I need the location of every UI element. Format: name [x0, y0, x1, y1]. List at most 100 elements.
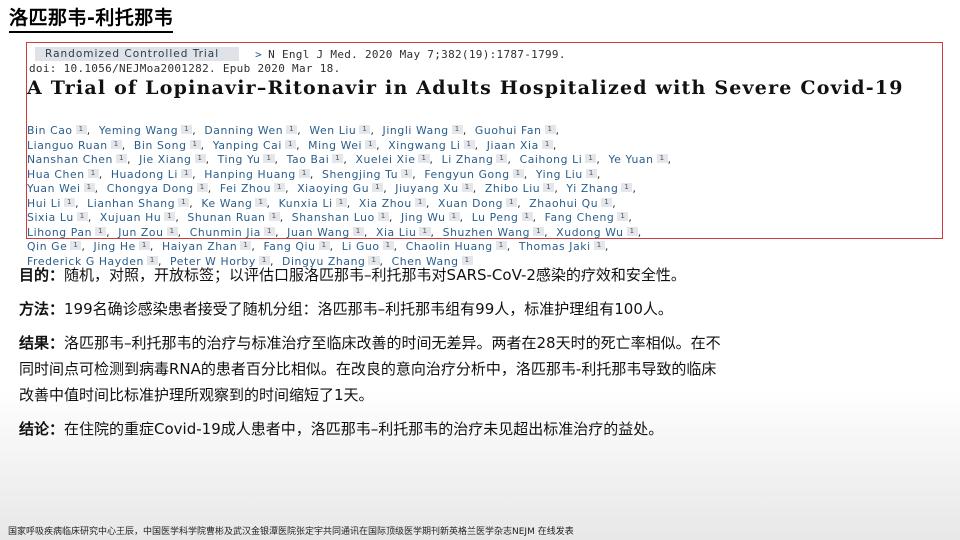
author-link[interactable]: Yi Zhang 1 — [566, 182, 633, 195]
affiliation-marker[interactable]: 1 — [189, 139, 201, 149]
author-link[interactable]: Hanping Huang 1 — [204, 168, 310, 181]
affiliation-marker[interactable]: 1 — [418, 154, 430, 163]
author-link[interactable]: Lihong Pan 1 — [27, 226, 107, 239]
author-link[interactable]: Nanshan Chen 1 — [27, 153, 128, 166]
author-link[interactable]: Fang Cheng 1 — [545, 211, 629, 224]
author-link[interactable]: Li Guo 1 — [342, 240, 394, 253]
affiliation-marker[interactable]: 1 — [448, 212, 460, 221]
author-link[interactable]: Li Zhang 1 — [442, 153, 508, 166]
author-link[interactable]: Shuzhen Wang 1 — [443, 226, 545, 239]
affiliation-marker[interactable]: 1 — [264, 226, 276, 236]
affiliation-marker[interactable]: 1 — [533, 226, 545, 236]
affiliation-marker[interactable]: 1 — [377, 212, 389, 221]
affiliation-marker[interactable]: 1 — [166, 226, 178, 236]
affiliation-marker[interactable]: 1 — [110, 139, 122, 149]
affiliation-marker[interactable]: 1 — [495, 241, 507, 250]
author-link[interactable]: Yuan Wei 1 — [27, 182, 95, 195]
author-link[interactable]: Zhibo Liu 1 — [485, 182, 555, 195]
author-link[interactable]: Jiuyang Xu 1 — [395, 182, 473, 195]
affiliation-marker[interactable]: 1 — [382, 241, 394, 250]
affiliation-marker[interactable]: 1 — [496, 154, 508, 163]
author-link[interactable]: Hui Li 1 — [27, 197, 76, 210]
author-link[interactable]: Yeming Wang 1 — [99, 124, 193, 137]
affiliation-marker[interactable]: 1 — [463, 139, 475, 149]
author-link[interactable]: Xia Zhou 1 — [359, 197, 426, 210]
affiliation-marker[interactable]: 1 — [70, 241, 82, 250]
affiliation-marker[interactable]: 1 — [274, 183, 286, 192]
affiliation-marker[interactable]: 1 — [181, 168, 193, 178]
author-link[interactable]: Sixia Lu 1 — [27, 211, 88, 224]
affiliation-marker[interactable]: 1 — [621, 183, 633, 192]
affiliation-marker[interactable]: 1 — [419, 226, 431, 236]
affiliation-marker[interactable]: 1 — [268, 212, 280, 221]
affiliation-marker[interactable]: 1 — [194, 154, 206, 163]
affiliation-marker[interactable]: 1 — [76, 212, 88, 221]
author-link[interactable]: Shanshan Luo 1 — [292, 211, 389, 224]
author-link[interactable]: Ying Liu 1 — [536, 168, 597, 181]
author-link[interactable]: Chongya Dong 1 — [107, 182, 208, 195]
author-link[interactable]: Juan Wang 1 — [287, 226, 364, 239]
author-link[interactable]: Jingli Wang 1 — [383, 124, 463, 137]
affiliation-marker[interactable]: 1 — [593, 241, 605, 250]
affiliation-marker[interactable]: 1 — [181, 125, 193, 134]
author-link[interactable]: Ke Wang 1 — [201, 197, 267, 210]
author-link[interactable]: Jiaan Xia 1 — [487, 139, 553, 152]
affiliation-marker[interactable]: 1 — [318, 241, 330, 250]
affiliation-marker[interactable]: 1 — [461, 183, 473, 192]
affiliation-marker[interactable]: 1 — [541, 139, 553, 149]
affiliation-marker[interactable]: 1 — [544, 125, 556, 134]
affiliation-marker[interactable]: 1 — [372, 183, 384, 192]
affiliation-marker[interactable]: 1 — [263, 154, 275, 163]
affiliation-marker[interactable]: 1 — [64, 197, 76, 207]
author-link[interactable]: Chunmin Jia 1 — [190, 226, 276, 239]
author-link[interactable]: Haiyan Zhan 1 — [162, 240, 252, 253]
affiliation-marker[interactable]: 1 — [298, 168, 310, 178]
affiliation-marker[interactable]: 1 — [626, 226, 638, 236]
affiliation-marker[interactable]: 1 — [115, 154, 128, 163]
author-link[interactable]: Jie Xiang 1 — [139, 153, 206, 166]
affiliation-marker[interactable]: 1 — [543, 183, 555, 192]
author-link[interactable]: Yanping Cai 1 — [213, 139, 297, 152]
affiliation-marker[interactable]: 1 — [286, 125, 298, 134]
affiliation-marker[interactable]: 1 — [352, 226, 364, 236]
author-link[interactable]: Fengyun Gong 1 — [424, 168, 524, 181]
author-link[interactable]: Jing He 1 — [94, 240, 150, 253]
author-link[interactable]: Lianhan Shang 1 — [87, 197, 190, 210]
affiliation-marker[interactable]: 1 — [95, 226, 107, 236]
author-link[interactable]: Ting Yu 1 — [218, 153, 275, 166]
author-link[interactable]: Ming Wei 1 — [308, 139, 377, 152]
author-link[interactable]: Tao Bai 1 — [287, 153, 344, 166]
author-link[interactable]: Huadong Li 1 — [111, 168, 193, 181]
author-link[interactable]: Bin Song 1 — [134, 139, 201, 152]
author-link[interactable]: Lianguo Ruan 1 — [27, 139, 122, 152]
author-link[interactable]: Thomas Jaki 1 — [519, 240, 605, 253]
affiliation-marker[interactable]: 1 — [365, 139, 377, 149]
affiliation-marker[interactable]: 1 — [585, 168, 597, 178]
affiliation-marker[interactable]: 1 — [451, 125, 463, 134]
affiliation-marker[interactable]: 1 — [332, 154, 344, 163]
affiliation-marker[interactable]: 1 — [617, 212, 629, 221]
author-link[interactable]: Qin Ge 1 — [27, 240, 82, 253]
author-link[interactable]: Xia Liu 1 — [376, 226, 431, 239]
author-link[interactable]: Zhaohui Qu 1 — [529, 197, 613, 210]
author-link[interactable]: Shunan Ruan 1 — [187, 211, 280, 224]
author-link[interactable]: Hua Chen 1 — [27, 168, 99, 181]
author-link[interactable]: Caihong Li 1 — [520, 153, 597, 166]
author-link[interactable]: Danning Wen 1 — [204, 124, 298, 137]
affiliation-marker[interactable]: 1 — [512, 168, 524, 178]
author-link[interactable]: Guohui Fan 1 — [475, 124, 556, 137]
author-link[interactable]: Ye Yuan 1 — [608, 153, 668, 166]
affiliation-marker[interactable]: 1 — [75, 125, 87, 134]
author-link[interactable]: Wen Liu 1 — [309, 124, 371, 137]
affiliation-marker[interactable]: 1 — [414, 197, 426, 207]
affiliation-marker[interactable]: 1 — [196, 183, 208, 192]
author-link[interactable]: Xuelei Xie 1 — [355, 153, 430, 166]
affiliation-marker[interactable]: 1 — [285, 139, 297, 149]
journal-reference[interactable]: > N Engl J Med. 2020 May 7;382(19):1787-1… — [255, 48, 566, 61]
author-link[interactable]: Xiaoying Gu 1 — [297, 182, 384, 195]
affiliation-marker[interactable]: 1 — [83, 183, 95, 192]
affiliation-marker[interactable]: 1 — [359, 125, 371, 134]
affiliation-marker[interactable]: 1 — [178, 197, 190, 207]
affiliation-marker[interactable]: 1 — [164, 212, 176, 221]
author-link[interactable]: Xudong Wu 1 — [556, 226, 638, 239]
